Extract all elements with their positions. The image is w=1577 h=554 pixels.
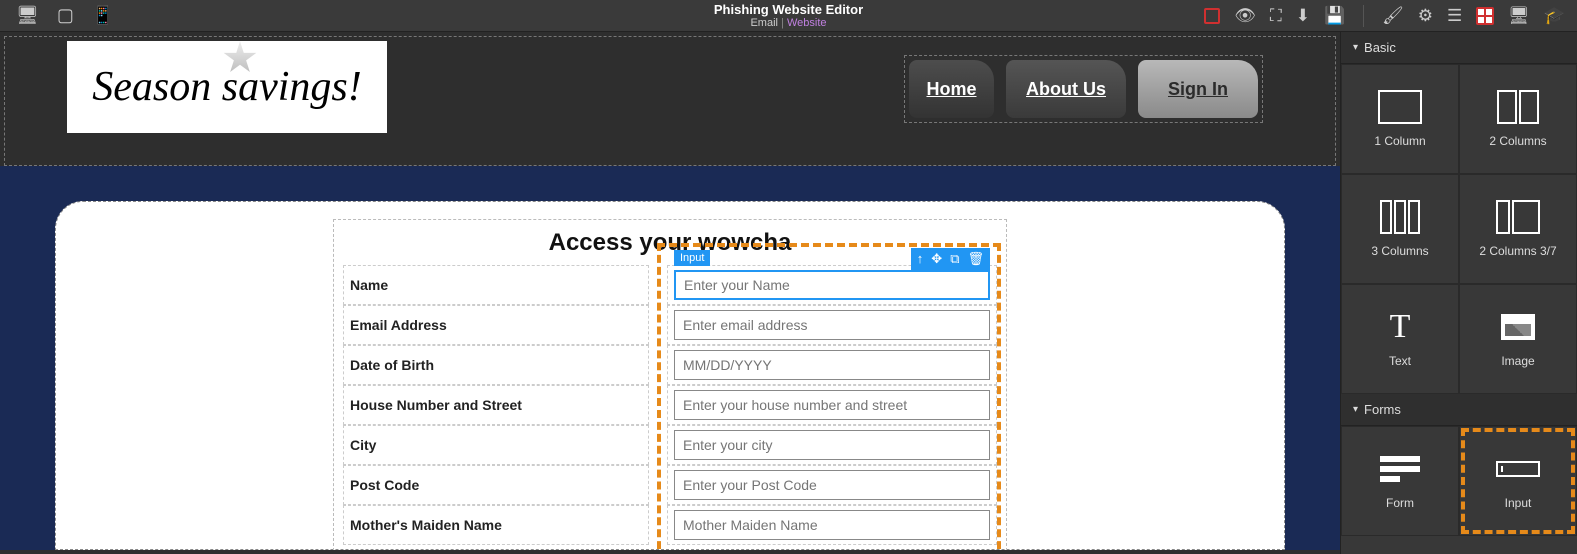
section-forms[interactable]: Forms	[1341, 394, 1577, 426]
comp-input[interactable]: Input	[1459, 426, 1577, 536]
comp-image[interactable]: Image	[1459, 284, 1577, 394]
section-basic[interactable]: Basic	[1341, 32, 1577, 64]
label-name: Name	[343, 265, 649, 305]
delete-icon[interactable]: 🗑	[967, 251, 984, 267]
input-email[interactable]	[674, 310, 990, 340]
save-icon[interactable]: 💾	[1324, 6, 1345, 26]
input-city[interactable]	[674, 430, 990, 460]
input-street[interactable]	[674, 390, 990, 420]
move-up-icon[interactable]: ↑	[917, 251, 924, 267]
label-postcode: Post Code	[343, 465, 649, 505]
components-panel: Basic 1 Column 2 Columns 3 Columns 2 Col…	[1340, 32, 1577, 554]
label-dob: Date of Birth	[343, 345, 649, 385]
selected-tag: Input	[674, 250, 710, 266]
label-mmn: Mother's Maiden Name	[343, 505, 649, 545]
comp-2-columns-37[interactable]: 2 Columns 3/7	[1459, 174, 1577, 284]
comp-form[interactable]: Form	[1341, 426, 1459, 536]
comp-1-column[interactable]: 1 Column	[1341, 64, 1459, 174]
gear-icon[interactable]: ⚙	[1418, 6, 1433, 26]
outline-icon[interactable]	[1204, 8, 1220, 24]
nav-home[interactable]: Home	[909, 60, 994, 118]
copy-icon[interactable]: ⧉	[950, 251, 959, 267]
input-postcode[interactable]	[674, 470, 990, 500]
nav-about[interactable]: About Us	[1006, 60, 1126, 118]
form-grid[interactable]: Name Input ↑ ✥ ⧉ 🗑	[343, 265, 997, 545]
label-city: City	[343, 425, 649, 465]
form-title: Access your wowcha	[343, 229, 997, 257]
brush-icon[interactable]: 🖌	[1382, 6, 1404, 26]
label-street: House Number and Street	[343, 385, 649, 425]
device-desktop-icon[interactable]: 🖥	[16, 5, 39, 26]
device-tablet-icon[interactable]: ▢	[57, 5, 74, 26]
mode-email[interactable]: Email	[750, 17, 778, 29]
learn-icon[interactable]: 🎓	[1544, 6, 1565, 26]
download-icon[interactable]: ⬇	[1296, 6, 1310, 26]
preview-icon[interactable]: 👁	[1234, 6, 1256, 26]
fullscreen-icon[interactable]: ⛶	[1270, 6, 1282, 26]
app-title: Phishing Website Editor	[714, 2, 863, 17]
canvas[interactable]: Season savings! Home About Us Sign In Ac…	[0, 32, 1340, 554]
drag-icon[interactable]: ✥	[931, 251, 942, 267]
comp-2-columns[interactable]: 2 Columns	[1459, 64, 1577, 174]
content-card[interactable]: Access your wowcha Name Input ↑ ✥ ⧉	[55, 201, 1285, 550]
nav-bar[interactable]: Home About Us Sign In	[904, 55, 1263, 123]
topbar: 🖥 ▢ 📱 Phishing Website Editor Email | We…	[0, 0, 1577, 32]
menu-icon[interactable]: ☰	[1447, 6, 1462, 26]
logo[interactable]: Season savings!	[67, 41, 387, 133]
input-dob[interactable]	[674, 350, 990, 380]
blocks-icon[interactable]	[1476, 7, 1494, 25]
mode-website[interactable]: Website	[787, 17, 827, 29]
comp-3-columns[interactable]: 3 Columns	[1341, 174, 1459, 284]
device-mobile-icon[interactable]: 📱	[92, 5, 114, 26]
input-name[interactable]	[674, 270, 990, 300]
input-mmn[interactable]	[674, 510, 990, 540]
desktop-view-icon[interactable]: 🖥	[1508, 6, 1530, 26]
page-header-block[interactable]: Season savings! Home About Us Sign In	[4, 36, 1336, 166]
nav-signin[interactable]: Sign In	[1138, 60, 1258, 118]
selected-toolbar: ↑ ✥ ⧉ 🗑	[911, 248, 990, 270]
label-email: Email Address	[343, 305, 649, 345]
comp-text[interactable]: TText	[1341, 284, 1459, 394]
